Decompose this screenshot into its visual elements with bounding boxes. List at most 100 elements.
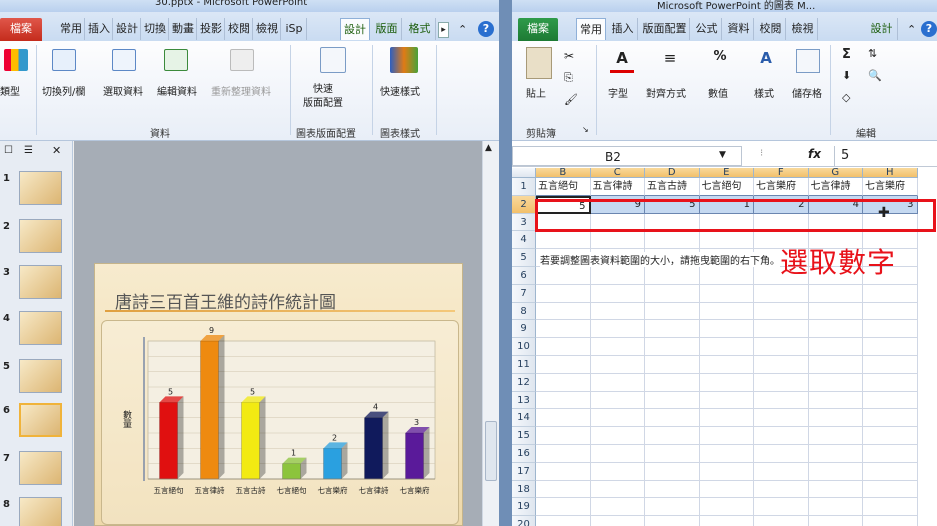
category-label[interactable]: 七言絕句 bbox=[277, 485, 307, 495]
grid-cell[interactable] bbox=[645, 516, 700, 526]
slide-thumbnail[interactable] bbox=[19, 219, 62, 253]
category-label[interactable]: 五言絕句 bbox=[154, 485, 184, 495]
grid-cell[interactable] bbox=[754, 373, 809, 392]
font-button[interactable]: 字型 bbox=[608, 85, 628, 100]
row-header[interactable]: 11 bbox=[512, 356, 536, 374]
grid-cell[interactable] bbox=[863, 320, 918, 339]
grid-cell[interactable] bbox=[645, 498, 700, 517]
grid-cell[interactable] bbox=[754, 338, 809, 356]
formula-bar-grip-icon[interactable]: ⁝ bbox=[760, 148, 763, 159]
slide-thumbnail[interactable] bbox=[19, 265, 62, 299]
clear-icon[interactable]: ◇ bbox=[842, 91, 850, 104]
xl-tab-data[interactable]: 資料 bbox=[724, 18, 754, 40]
grid-cell[interactable] bbox=[754, 462, 809, 481]
row-header[interactable]: 10 bbox=[512, 338, 536, 356]
select-data-button[interactable]: 選取資料 bbox=[103, 83, 143, 98]
grid-cell[interactable] bbox=[754, 480, 809, 499]
slide-thumbnail[interactable] bbox=[19, 359, 62, 393]
grid-cell[interactable] bbox=[699, 427, 754, 445]
xl-tab-chart-design[interactable]: 設計 bbox=[866, 18, 898, 40]
grid-cell[interactable] bbox=[591, 516, 645, 526]
grid-cell[interactable] bbox=[808, 462, 863, 481]
category-label[interactable]: 五言律詩 bbox=[195, 485, 225, 495]
find-select-icon[interactable]: 🔍 bbox=[868, 69, 882, 82]
edit-data-button[interactable]: 編輯資料 bbox=[157, 83, 197, 98]
category-label[interactable]: 七言樂府 bbox=[400, 485, 430, 495]
grid-cell[interactable] bbox=[699, 320, 754, 339]
autosum-icon[interactable]: Σ bbox=[842, 47, 851, 62]
change-chart-type-label[interactable]: 類型 bbox=[0, 83, 20, 98]
tab-ispring[interactable]: iSp bbox=[282, 18, 307, 40]
grid-cell[interactable] bbox=[863, 445, 918, 463]
format-painter-icon[interactable]: 🖌 bbox=[564, 93, 578, 106]
grid-cell[interactable] bbox=[536, 302, 591, 321]
grid-cell[interactable] bbox=[536, 284, 591, 303]
grid-cell[interactable]: 五言律詩 bbox=[590, 178, 645, 196]
grid-cell[interactable] bbox=[536, 391, 591, 410]
grid-cell[interactable] bbox=[590, 391, 645, 410]
grid-cell[interactable] bbox=[808, 284, 863, 303]
scroll-up-icon[interactable]: ▲ bbox=[485, 143, 492, 153]
grid-cell[interactable] bbox=[699, 498, 754, 517]
column-header[interactable]: F bbox=[754, 168, 809, 178]
paste-button[interactable]: 貼上 bbox=[526, 85, 546, 100]
row-header[interactable]: 12 bbox=[512, 373, 536, 392]
grid-cell[interactable] bbox=[590, 302, 645, 321]
row-header[interactable]: 1 bbox=[512, 178, 536, 196]
grid-cell[interactable] bbox=[699, 373, 754, 392]
xl-tab-view[interactable]: 檢視 bbox=[788, 18, 818, 40]
grid-cell[interactable] bbox=[863, 480, 918, 499]
row-header[interactable]: 3 bbox=[512, 213, 536, 232]
bar-4[interactable] bbox=[282, 457, 307, 480]
slide-vertical-scrollbar[interactable]: ▲ bbox=[482, 141, 499, 526]
grid-cell[interactable] bbox=[863, 516, 918, 526]
grid-cell[interactable]: 五言古詩 bbox=[645, 178, 700, 196]
grid-cell[interactable] bbox=[863, 356, 918, 374]
quick-style-button[interactable]: 快速樣式 bbox=[380, 83, 420, 98]
grid-cell[interactable] bbox=[590, 356, 645, 374]
ribbon-minimize-icon[interactable]: ⌃ bbox=[458, 23, 467, 36]
grid-cell[interactable] bbox=[536, 498, 591, 517]
switch-row-column-button[interactable]: 切換列/欄 bbox=[42, 83, 85, 98]
row-header[interactable]: 19 bbox=[512, 498, 536, 517]
row-header[interactable]: 2 bbox=[512, 195, 536, 214]
cells-button[interactable]: 儲存格 bbox=[792, 85, 822, 100]
grid-cell[interactable] bbox=[808, 409, 863, 428]
bar-3[interactable] bbox=[241, 396, 266, 480]
grid-cell[interactable] bbox=[699, 409, 754, 428]
number-button[interactable]: 數值 bbox=[708, 85, 728, 100]
grid-cell[interactable] bbox=[590, 231, 645, 250]
slide-thumbnail[interactable] bbox=[19, 171, 62, 205]
column-header[interactable]: H bbox=[863, 168, 918, 178]
tab-chart-design[interactable]: 設計 bbox=[340, 18, 370, 40]
clipboard-launcher-icon[interactable]: ↘ bbox=[582, 125, 589, 134]
xl-tab-formulas[interactable]: 公式 bbox=[692, 18, 722, 40]
grid-cell[interactable] bbox=[645, 267, 700, 285]
grid-cell[interactable] bbox=[536, 445, 591, 463]
help-icon[interactable]: ? bbox=[478, 21, 494, 37]
grid-cell[interactable] bbox=[863, 338, 918, 356]
grid-cell[interactable] bbox=[536, 356, 591, 374]
fill-icon[interactable]: ⬇ bbox=[842, 69, 851, 82]
data-label[interactable]: 4 bbox=[373, 403, 378, 412]
fx-icon[interactable]: fx bbox=[808, 147, 821, 161]
slide-thumbnail[interactable] bbox=[19, 497, 62, 526]
grid-cell[interactable] bbox=[590, 284, 645, 303]
xl-tab-page-layout[interactable]: 版面配置 bbox=[640, 18, 690, 40]
select-data-icon[interactable] bbox=[112, 49, 136, 71]
tab-chart-format[interactable]: 格式 bbox=[404, 18, 436, 40]
slide-thumbnail[interactable] bbox=[19, 451, 62, 485]
row-header[interactable]: 4 bbox=[512, 231, 536, 250]
grid-cell[interactable] bbox=[863, 391, 918, 410]
tab-review[interactable]: 校閱 bbox=[226, 18, 253, 40]
row-header[interactable]: 13 bbox=[512, 391, 536, 410]
quick-layout-button[interactable]: 快速 版面配置 bbox=[303, 83, 343, 111]
scrollbar-thumb[interactable] bbox=[485, 421, 497, 481]
grid-cell[interactable] bbox=[808, 480, 863, 499]
grid-cell[interactable] bbox=[754, 356, 809, 374]
grid-cell[interactable] bbox=[863, 409, 918, 428]
column-header[interactable]: C bbox=[590, 168, 645, 178]
grid-cell[interactable] bbox=[536, 338, 591, 356]
grid-cell[interactable] bbox=[699, 302, 754, 321]
grid-cell[interactable] bbox=[808, 498, 863, 517]
